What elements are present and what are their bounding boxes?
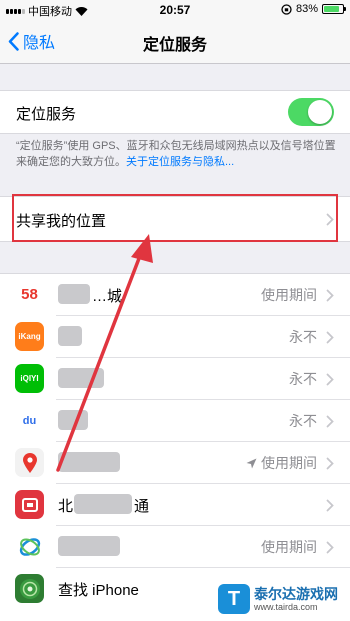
watermark-brand: 泰尔达游戏网 <box>254 586 338 602</box>
watermark: T 泰尔达游戏网 www.tairda.com <box>218 580 348 618</box>
annotation-arrow <box>56 234 153 472</box>
watermark-url: www.tairda.com <box>254 602 318 612</box>
watermark-logo-icon: T <box>218 584 250 614</box>
